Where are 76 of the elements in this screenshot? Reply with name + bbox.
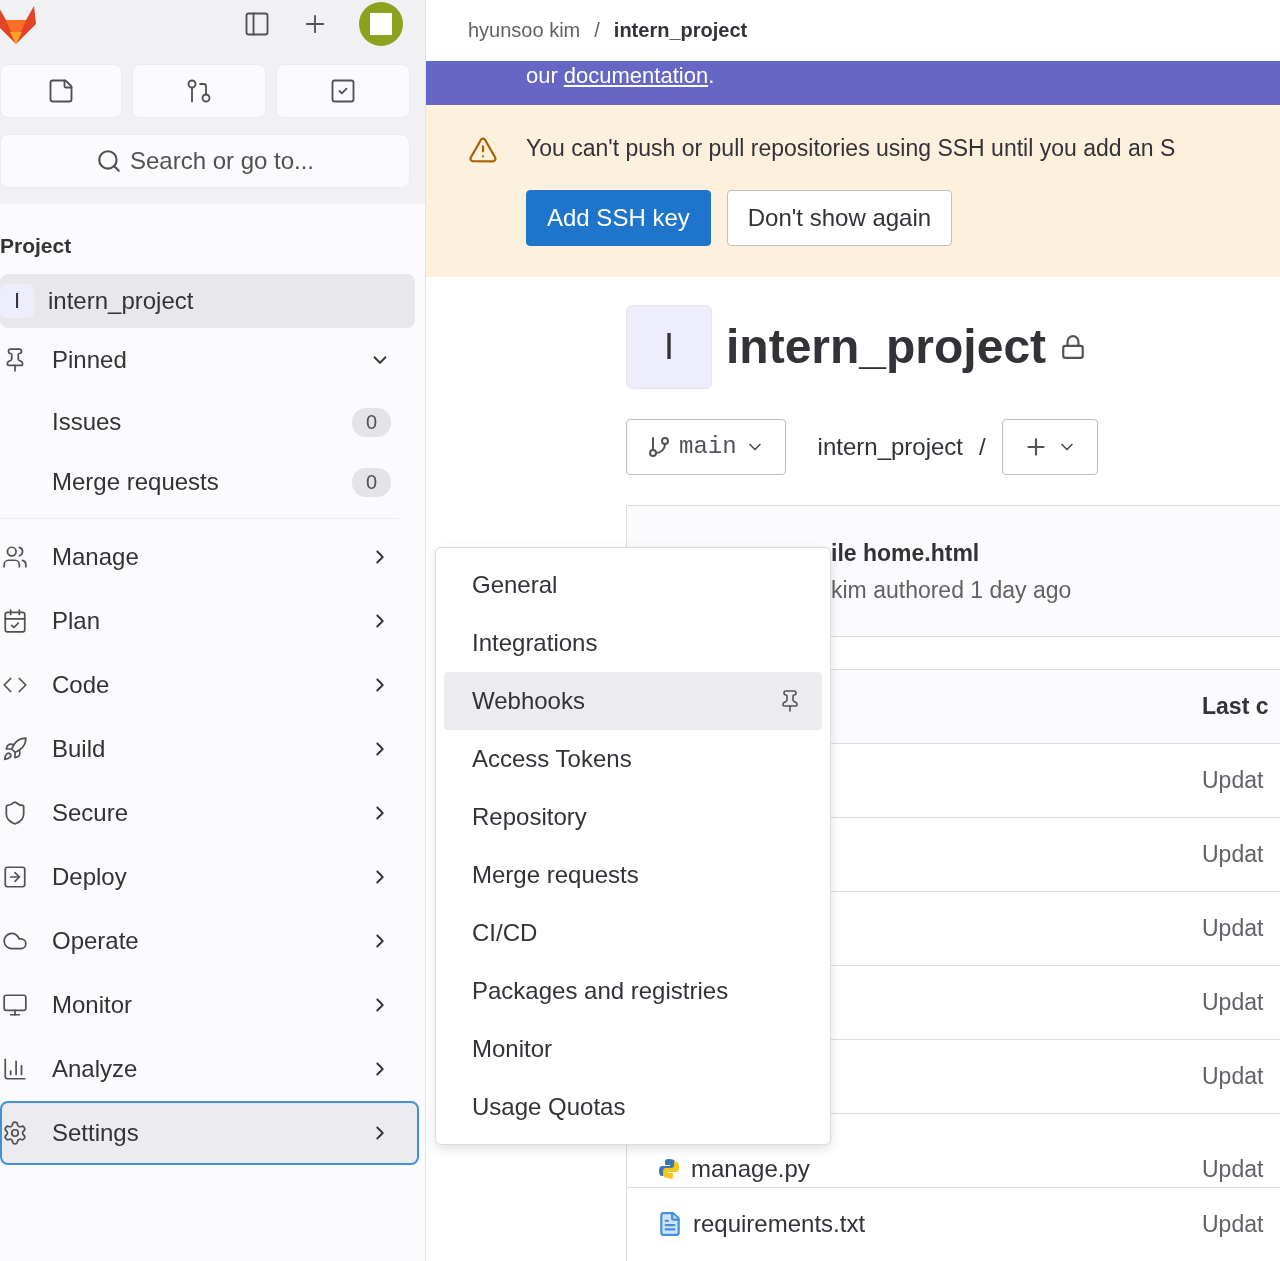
menu-item[interactable]: Integrations (444, 614, 822, 672)
menu-item[interactable]: Access Tokens (444, 730, 822, 788)
branch-icon (647, 435, 671, 459)
commit-title[interactable]: ile home.html (831, 540, 1280, 567)
pinned-item[interactable]: Issues 0 (0, 392, 419, 452)
path-separator: / (979, 433, 986, 461)
menu-item[interactable]: Packages and registries (444, 962, 822, 1020)
settings-icon (2, 1120, 28, 1146)
note-icon (47, 77, 75, 105)
alert-message: You can't push or pull repositories using SSH until you add an S (526, 135, 1176, 163)
merge-requests-button[interactable] (132, 64, 266, 118)
menu-item[interactable]: Webhooks (444, 672, 822, 730)
menu-item[interactable]: Repository (444, 788, 822, 846)
breadcrumb-link[interactable]: intern_project (613, 19, 748, 43)
column-header: Last c (1202, 693, 1270, 720)
file-name[interactable]: requirements.txt (693, 1210, 866, 1239)
nav-item[interactable]: Settings (0, 1101, 419, 1165)
menu-item[interactable]: General (444, 556, 822, 614)
text-file-icon (657, 1211, 683, 1238)
path-text: intern_project (817, 433, 964, 461)
breadcrumb-separator: / (594, 19, 600, 43)
issues-button[interactable] (0, 64, 122, 118)
table-cell-text: Updat (1202, 767, 1265, 794)
menu-item[interactable]: Monitor (444, 1020, 822, 1078)
banner-text: . (708, 63, 715, 90)
nav-item[interactable]: Analyze (0, 1037, 419, 1101)
python-file-icon (657, 1157, 681, 1181)
banner-text: our (526, 63, 558, 90)
table-cell-text: Updat (1202, 915, 1265, 942)
section-title: Project (0, 233, 73, 259)
menu-item[interactable]: Merge requests (444, 846, 822, 904)
nav-item[interactable]: Deploy (0, 845, 419, 909)
table-cell-text: Updat (1202, 841, 1265, 868)
menu-item[interactable]: CI/CD (444, 904, 822, 962)
pinned-item[interactable]: Merge requests 0 (0, 452, 419, 512)
project-title: intern_project (726, 319, 1047, 375)
nav-item[interactable]: Secure (0, 781, 419, 845)
project-avatar: I (0, 284, 34, 318)
branch-dropdown[interactable]: main (626, 419, 786, 475)
rocket-icon (2, 736, 28, 762)
nav-item[interactable]: Monitor (0, 973, 419, 1037)
monitor-icon (2, 992, 28, 1018)
users-icon (2, 544, 28, 570)
count-badge: 0 (351, 467, 391, 497)
count-badge: 0 (351, 407, 391, 437)
nav-item[interactable]: Manage (0, 525, 419, 589)
nav-item[interactable]: Operate (0, 909, 419, 973)
table-cell-text: Updat (1202, 1156, 1265, 1183)
nav-item[interactable]: Build (0, 717, 419, 781)
documentation-link[interactable]: documentation (563, 63, 709, 89)
breadcrumb-link[interactable]: hyunsoo kim (468, 19, 581, 43)
menu-item[interactable]: Usage Quotas (444, 1078, 822, 1136)
add-dropdown[interactable] (1001, 419, 1098, 475)
arrow-box-icon (2, 864, 28, 890)
calendar-icon (2, 608, 28, 634)
bar-chart-icon (2, 1056, 28, 1082)
file-name[interactable]: manage.py (691, 1155, 810, 1183)
add-key-button[interactable]: Add SSH key (526, 190, 711, 247)
project-avatar: I (626, 305, 712, 389)
shield-icon (2, 800, 28, 826)
merge-request-icon (185, 77, 213, 105)
search-field[interactable]: Search or go to... (0, 134, 410, 188)
avatar-icon[interactable] (359, 2, 403, 46)
nav-item[interactable]: Code (0, 653, 419, 717)
dismiss-button[interactable]: Don't show again (726, 190, 953, 247)
sidebar-toggle-icon[interactable] (243, 10, 271, 38)
search-icon (95, 148, 122, 174)
pinned-toggle[interactable]: Pinned (0, 328, 419, 392)
project-item[interactable]: I intern_project (0, 274, 415, 328)
nav-item[interactable]: Plan (0, 589, 419, 653)
checkbox-icon (329, 77, 357, 105)
todo-button[interactable] (276, 64, 410, 118)
table-cell-text: Updat (1202, 1211, 1265, 1238)
table-cell-text: Updat (1202, 989, 1265, 1016)
table-cell-text: Updat (1202, 1063, 1265, 1090)
commit-meta: kim authored 1 day ago (831, 577, 1073, 604)
